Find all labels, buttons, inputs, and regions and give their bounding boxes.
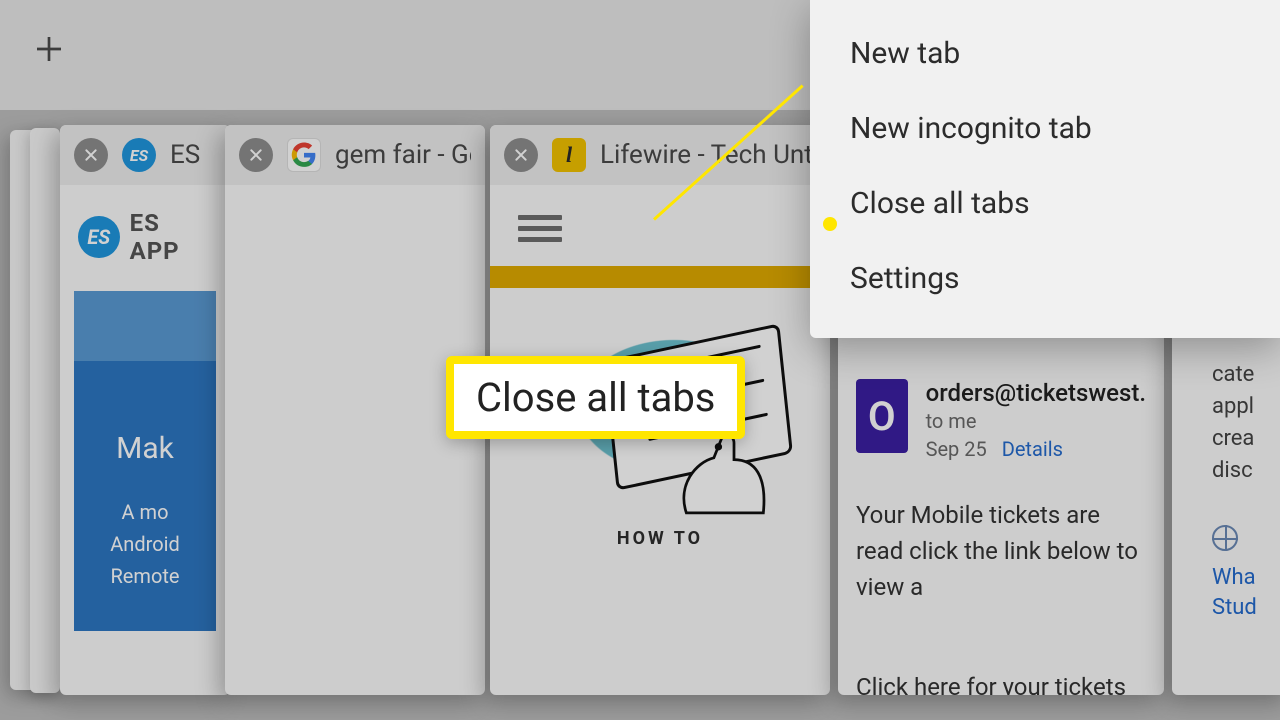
- tab-card[interactable]: ES ES ES ES APP Mak A mo Android Remote: [60, 125, 230, 695]
- tab-header: gem fair - Go: [225, 125, 485, 185]
- sender-avatar: O: [856, 379, 908, 453]
- section-label: HOW TO: [518, 528, 802, 549]
- close-tab-button[interactable]: [239, 138, 273, 172]
- tab-header: ES ES: [60, 125, 230, 185]
- tab-header: l Lifewire - Tech Unt: [490, 125, 830, 185]
- globe-icon: [1212, 525, 1238, 551]
- close-icon: [83, 147, 99, 163]
- tab-title: ES: [170, 140, 200, 170]
- close-tab-button[interactable]: [74, 138, 108, 172]
- annotation-callout: Close all tabs: [446, 356, 745, 439]
- es-logo-icon: ES: [78, 216, 120, 258]
- email-details-link[interactable]: Details: [1002, 437, 1063, 461]
- menu-item-new-tab[interactable]: New tab: [810, 16, 1280, 91]
- google-favicon: [287, 138, 321, 172]
- email-body-text: Your Mobile tickets are read click the l…: [856, 497, 1146, 605]
- email-date: Sep 25 Details: [926, 437, 1146, 461]
- menu-item-settings[interactable]: Settings: [810, 241, 1280, 316]
- tab-title: gem fair - Go: [335, 140, 471, 170]
- menu-item-new-incognito[interactable]: New incognito tab: [810, 91, 1280, 166]
- close-icon: [513, 147, 529, 163]
- email-to: to me: [926, 409, 1146, 433]
- annotation-dot: [823, 217, 837, 231]
- brand-label: ES APP: [130, 209, 216, 265]
- menu-item-close-all-tabs[interactable]: Close all tabs: [810, 166, 1280, 241]
- email-body-text: Click here for your tickets: [856, 669, 1146, 695]
- accent-strip: [490, 266, 830, 288]
- overflow-menu: New tab New incognito tab Close all tabs…: [810, 0, 1280, 338]
- new-tab-button[interactable]: [30, 30, 68, 68]
- close-tab-button[interactable]: [504, 138, 538, 172]
- hamburger-icon[interactable]: [518, 215, 802, 242]
- email-from: orders@ticketswest.: [926, 379, 1146, 407]
- lifewire-favicon: l: [552, 138, 586, 172]
- hero-headline: Mak: [84, 431, 206, 466]
- plus-icon: [33, 33, 65, 65]
- tab-stack-back: [30, 128, 60, 693]
- close-icon: [248, 147, 264, 163]
- tab-title: Lifewire - Tech Unt: [600, 140, 813, 170]
- tab-preview: ES ES APP Mak A mo Android Remote: [60, 185, 230, 645]
- es-favicon: ES: [122, 138, 156, 172]
- preview-link[interactable]: Wha Stud: [1212, 563, 1280, 625]
